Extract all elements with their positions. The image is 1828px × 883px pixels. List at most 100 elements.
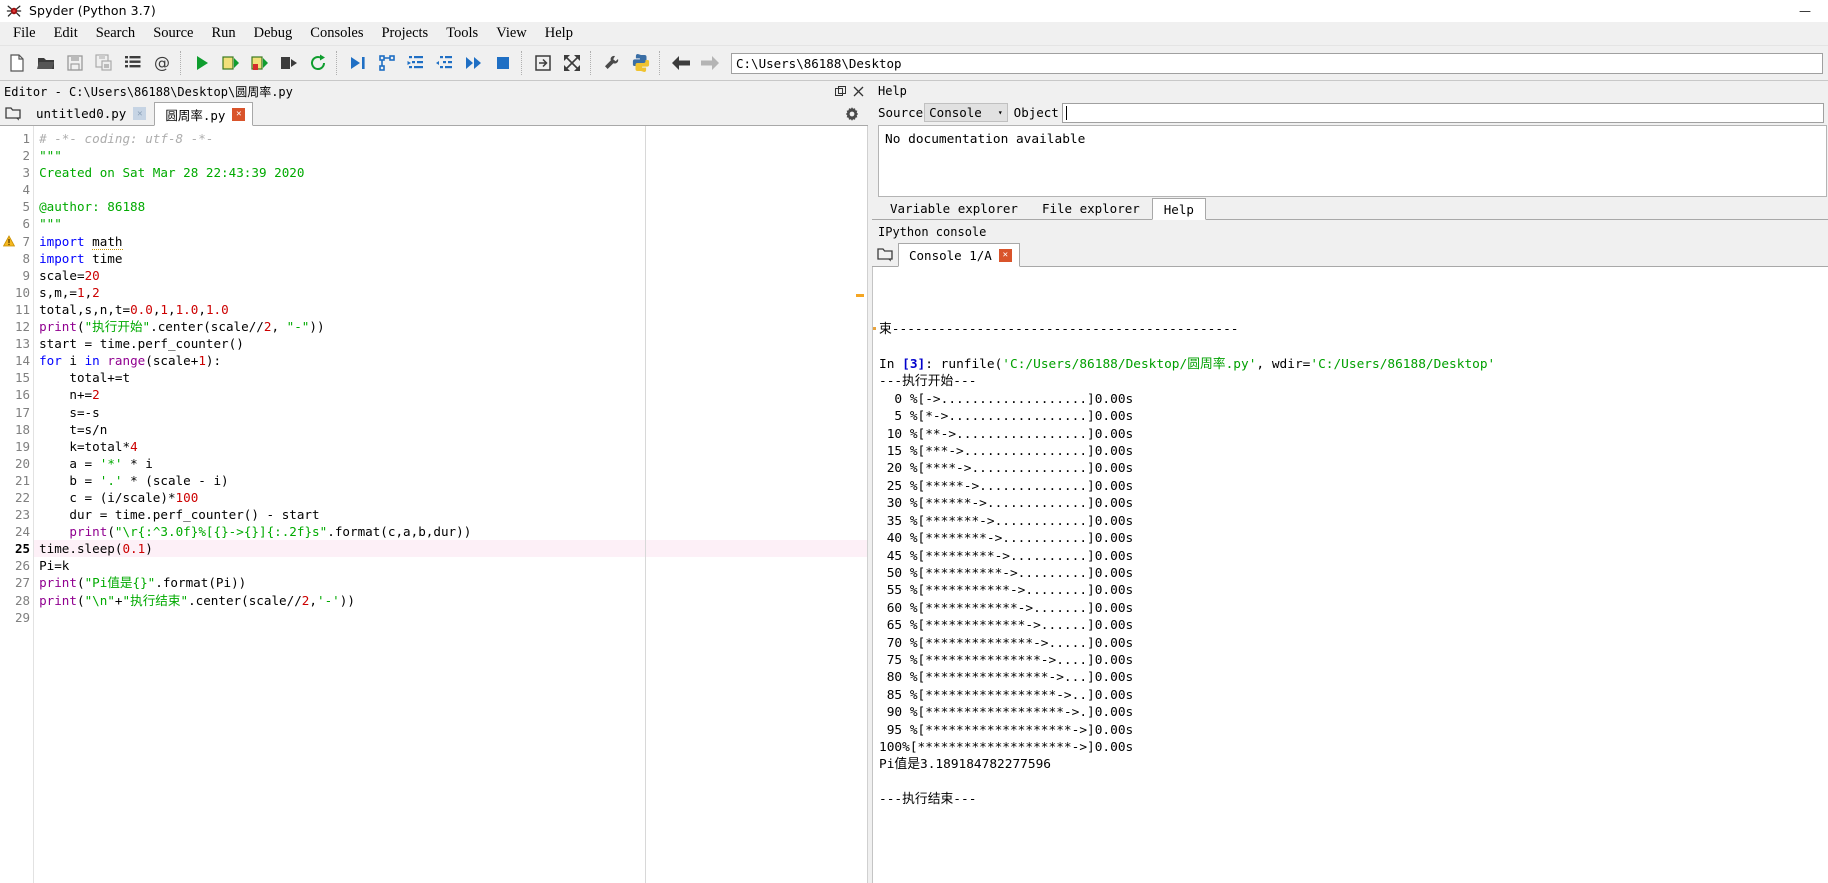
new-file-icon[interactable]: [2, 49, 31, 78]
console-tab-1a[interactable]: Console 1/A ✕: [898, 243, 1020, 267]
code-line[interactable]: b = '.' * (scale - i): [39, 472, 867, 489]
run-cell-icon[interactable]: [216, 49, 245, 78]
code-line[interactable]: scale=20: [39, 267, 867, 284]
rerun-file-icon[interactable]: [303, 49, 332, 78]
gutter-slot: [0, 181, 15, 198]
code-line[interactable]: total+=t: [39, 369, 867, 386]
menu-debug[interactable]: Debug: [245, 23, 302, 44]
ipython-console-output[interactable]: 束---------------------------------------…: [872, 267, 1828, 883]
menu-search[interactable]: Search: [87, 23, 144, 44]
code-line[interactable]: for i in range(scale+1):: [39, 352, 867, 369]
code-line[interactable]: print("\n"+"执行结束".center(scale//2,'-')): [39, 592, 867, 609]
code-line[interactable]: n+=2: [39, 386, 867, 403]
save-file-icon[interactable]: [60, 49, 89, 78]
browse-tabs-icon[interactable]: [0, 101, 26, 125]
debug-file-icon[interactable]: [343, 49, 372, 78]
open-file-icon[interactable]: [31, 49, 60, 78]
tab-file-explorer[interactable]: File explorer: [1029, 198, 1152, 219]
menu-consoles[interactable]: Consoles: [301, 23, 372, 44]
file-switcher-icon[interactable]: [118, 49, 147, 78]
gutter-slot: [0, 303, 15, 320]
editor-tab-pi[interactable]: 圆周率.py ✕: [154, 102, 254, 126]
debug-step-into-icon[interactable]: [401, 49, 430, 78]
console-line: 15 %[***->................]0.00s: [879, 444, 1134, 460]
code-line[interactable]: [39, 181, 867, 198]
code-line[interactable]: print("Pi值是{}".format(Pi)): [39, 574, 867, 591]
gear-icon[interactable]: [844, 106, 860, 122]
working-directory-input[interactable]: C:\Users\86188\Desktop: [731, 52, 1823, 74]
undock-icon[interactable]: [835, 85, 846, 97]
console-line: 60 %[************->.......]0.00s: [879, 600, 1134, 616]
gutter-slot: [0, 423, 15, 440]
code-line[interactable]: """: [39, 147, 867, 164]
help-object-input[interactable]: [1061, 102, 1824, 123]
menu-view[interactable]: View: [487, 23, 536, 44]
tab-help[interactable]: Help: [1151, 198, 1206, 220]
pythonpath-icon[interactable]: [626, 49, 655, 78]
find-symbol-icon[interactable]: @: [147, 49, 176, 78]
tab-close-icon[interactable]: ✕: [998, 248, 1012, 262]
code-line[interactable]: total,s,n,t=0.0,1,1.0,1.0: [39, 301, 867, 318]
code-line[interactable]: Created on Sat Mar 28 22:43:39 2020: [39, 164, 867, 181]
tab-label: File explorer: [1041, 201, 1140, 216]
code-line[interactable]: Pi=k: [39, 557, 867, 574]
gutter-slot: [0, 198, 15, 215]
debug-stop-icon[interactable]: [488, 49, 517, 78]
code-line[interactable]: s=-s: [39, 404, 867, 421]
menu-edit[interactable]: Edit: [45, 23, 87, 44]
code-line[interactable]: time.sleep(0.1): [34, 540, 867, 558]
tab-close-icon[interactable]: ✕: [133, 107, 147, 120]
save-all-icon[interactable]: [89, 49, 118, 78]
line-number: 27: [15, 575, 31, 591]
arrow-forward-icon[interactable]: [695, 49, 724, 78]
menu-tools[interactable]: Tools: [437, 23, 487, 44]
code-text[interactable]: # -*- coding: utf-8 -*- """ Created on Sat…: [34, 126, 867, 883]
debug-step-return-icon[interactable]: [430, 49, 459, 78]
chevron-down-icon: ▾: [997, 108, 1003, 117]
run-cell-advance-icon[interactable]: [245, 49, 274, 78]
code-line[interactable]: print("执行开始".center(scale//2, "-")): [39, 318, 867, 335]
line-number: 26: [15, 558, 31, 574]
menu-source[interactable]: Source: [144, 23, 202, 44]
browse-tabs-icon[interactable]: [872, 242, 898, 266]
code-view[interactable]: 1 2 3 4 5 6 7 8 9 10 11 12 13 14 15 16 17 18 19 20 21 22 23 24 2…: [0, 126, 867, 883]
debug-step-over-icon[interactable]: [372, 49, 401, 78]
help-source-select[interactable]: Console ▾: [924, 103, 1008, 122]
close-icon[interactable]: [853, 86, 864, 97]
code-line[interactable]: s,m,=1,2: [39, 284, 867, 301]
code-line[interactable]: print("\r{:^3.0f}%[{}->{}]{:.2f}s".forma…: [39, 523, 867, 540]
debug-continue-icon[interactable]: [459, 49, 488, 78]
code-line[interactable]: import time: [39, 250, 867, 267]
run-selection-icon[interactable]: [274, 49, 303, 78]
run-file-icon[interactable]: [187, 49, 216, 78]
preferences-icon[interactable]: [597, 49, 626, 78]
menu-run[interactable]: Run: [202, 23, 244, 44]
gutter-slot: [0, 542, 15, 559]
code-line[interactable]: k=total*4: [39, 438, 867, 455]
code-line[interactable]: a = '*' * i: [39, 455, 867, 472]
tab-label: Variable explorer: [890, 201, 1018, 216]
code-line[interactable]: [39, 609, 867, 626]
code-line[interactable]: @author: 86188: [39, 198, 867, 215]
tab-close-icon[interactable]: ✕: [232, 107, 246, 121]
code-line[interactable]: start = time.perf_counter(): [39, 335, 867, 352]
menu-help[interactable]: Help: [536, 23, 582, 44]
code-line[interactable]: """: [39, 215, 867, 232]
menu-projects[interactable]: Projects: [372, 23, 437, 44]
tab-variable-explorer[interactable]: Variable explorer: [878, 198, 1030, 219]
code-line[interactable]: # -*- coding: utf-8 -*-: [39, 130, 867, 147]
code-line[interactable]: t=s/n: [39, 421, 867, 438]
help-source-label: Source: [878, 105, 924, 120]
editor-tab-untitled0[interactable]: untitled0.py ✕: [26, 102, 154, 125]
console-line: Pi值是3.189184782277596: [879, 757, 1051, 773]
code-line[interactable]: c = (i/scale)*100: [39, 489, 867, 506]
code-line[interactable]: import math: [39, 233, 867, 250]
editor-code-area[interactable]: 1 2 3 4 5 6 7 8 9 10 11 12 13 14 15 16 17 18 19 20 21 22 23 24 2…: [0, 126, 868, 883]
menu-file[interactable]: File: [4, 23, 45, 44]
code-line[interactable]: dur = time.perf_counter() - start: [39, 506, 867, 523]
maximize-pane-icon[interactable]: [528, 49, 557, 78]
minimize-button[interactable]: —: [1782, 0, 1828, 22]
fullscreen-icon[interactable]: [557, 49, 586, 78]
arrow-back-icon[interactable]: [666, 49, 695, 78]
